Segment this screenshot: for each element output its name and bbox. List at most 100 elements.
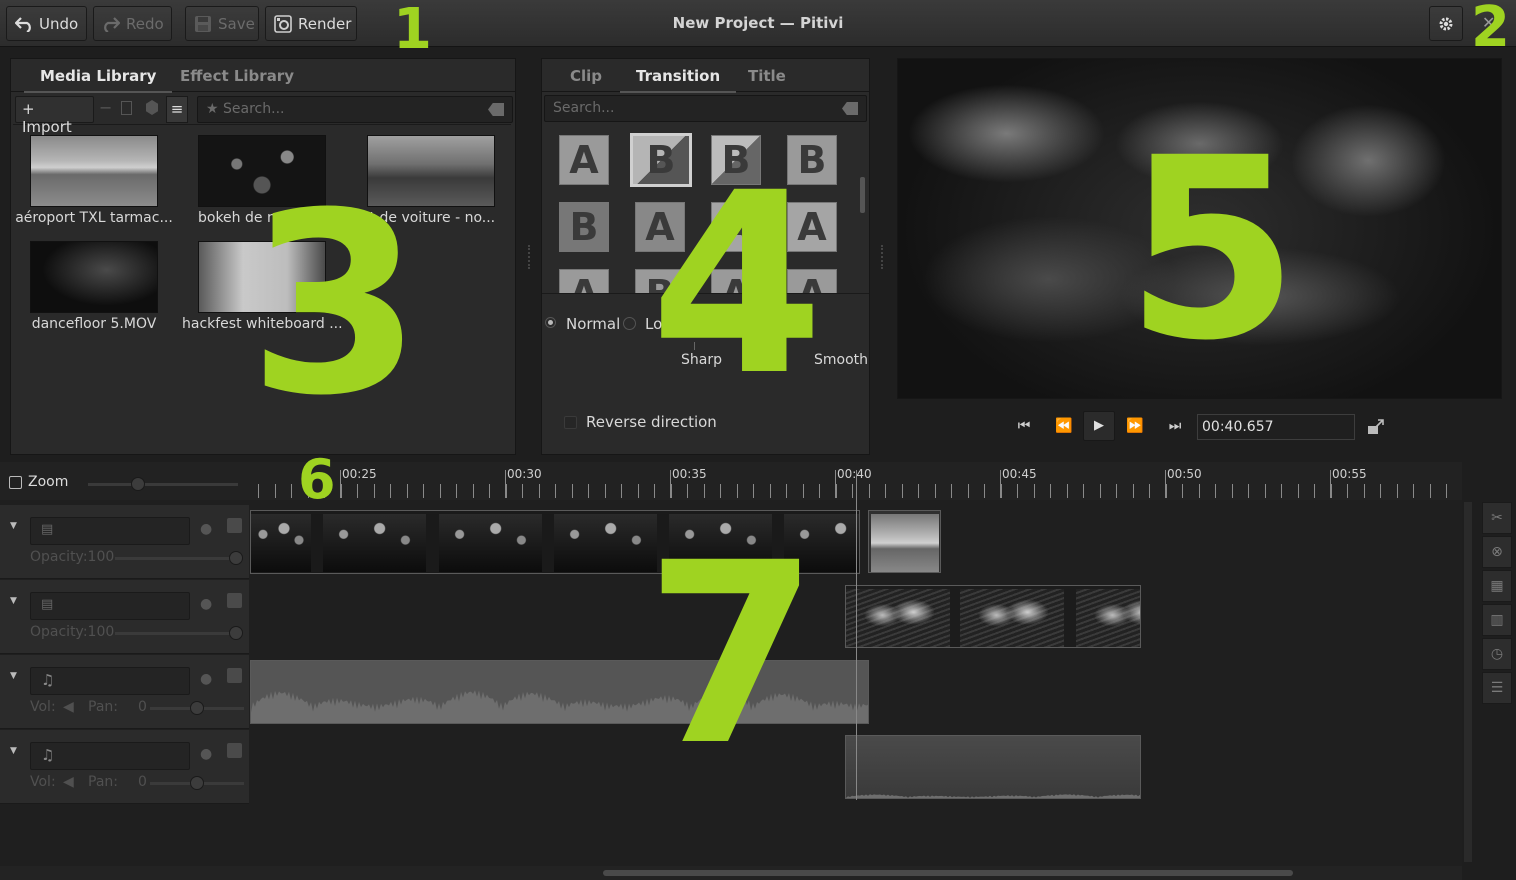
transition-item[interactable]: A: [559, 269, 609, 293]
transition-item[interactable]: A: [559, 135, 609, 185]
expand-layer-icon[interactable]: ▼: [10, 521, 17, 531]
proxy-icon[interactable]: [146, 100, 158, 115]
go-to-start-icon[interactable]: ⏮: [1011, 418, 1037, 438]
transition-item[interactable]: A: [711, 269, 761, 293]
fast-forward-icon[interactable]: ⏩: [1122, 418, 1148, 438]
video-clip-airport[interactable]: [868, 510, 941, 573]
pane-grip[interactable]: [528, 245, 530, 269]
transition-item[interactable]: A: [787, 202, 837, 252]
audio-clip[interactable]: [845, 735, 1141, 799]
play-button[interactable]: ▶: [1083, 411, 1115, 441]
layer-visible-checkbox[interactable]: [227, 743, 242, 758]
transition-search-input[interactable]: Search...: [544, 95, 867, 122]
solo-icon[interactable]: ●: [200, 596, 212, 612]
transition-item[interactable]: B: [787, 135, 837, 185]
list-view-icon[interactable]: ≡: [166, 96, 188, 123]
undo-button[interactable]: Undo: [6, 6, 87, 41]
media-item[interactable]: hackfest whiteboard ...: [182, 241, 343, 332]
transition-scrollbar[interactable]: [860, 177, 865, 213]
remove-icon[interactable]: −: [99, 98, 112, 117]
clip-frame: [784, 514, 859, 572]
normal-radio[interactable]: [545, 317, 556, 328]
import-button[interactable]: + Import: [15, 96, 94, 136]
transition-item[interactable]: B: [711, 135, 761, 185]
timeline-hscroll-thumb[interactable]: [603, 870, 1293, 876]
ruler-tick: [836, 484, 837, 498]
loop-radio[interactable]: [623, 317, 636, 330]
undock-viewer-icon[interactable]: [1367, 418, 1385, 436]
pane-grip[interactable]: [881, 245, 883, 269]
audio-clip[interactable]: [250, 660, 869, 724]
split-clip-icon[interactable]: ✂: [1482, 502, 1512, 534]
solo-icon[interactable]: ●: [200, 521, 212, 537]
media-item[interactable]: aéroport TXL tarmac...: [14, 135, 174, 226]
ruler-tick: [852, 484, 853, 498]
video-clip-keyboard[interactable]: [845, 585, 1141, 648]
tab-effect-library[interactable]: Effect Library: [180, 67, 294, 85]
layer-visible-checkbox[interactable]: [227, 668, 242, 683]
go-to-end-icon[interactable]: ⏭: [1162, 418, 1188, 438]
transition-item-selected[interactable]: B: [630, 133, 692, 187]
expand-layer-icon[interactable]: ▼: [10, 746, 17, 756]
opacity-slider[interactable]: [115, 632, 242, 635]
freeze-frame-icon[interactable]: ◷: [1482, 638, 1512, 670]
rewind-icon[interactable]: ⏪: [1051, 418, 1077, 438]
align-clips-icon[interactable]: ☰: [1482, 672, 1512, 704]
playhead[interactable]: [856, 470, 857, 800]
clip-properties-icon[interactable]: [121, 101, 132, 115]
ruler-tick: [456, 484, 457, 498]
media-item[interactable]: dancefloor 5.MOV: [14, 241, 174, 332]
settings-menu-button[interactable]: [1429, 6, 1463, 41]
delete-clip-icon[interactable]: ⊗: [1482, 536, 1512, 568]
transition-item[interactable]: A: [787, 269, 837, 293]
tab-media-library[interactable]: Media Library: [23, 67, 174, 93]
solo-icon[interactable]: ●: [200, 671, 212, 687]
audio-waveform: [251, 689, 868, 723]
transition-item[interactable]: B: [559, 202, 609, 252]
timecode-field[interactable]: 00:40.657: [1197, 414, 1355, 440]
clear-search-icon[interactable]: [488, 103, 504, 116]
opacity-slider-knob[interactable]: [229, 551, 243, 565]
save-button[interactable]: Save: [185, 6, 259, 41]
zoom-fit-icon[interactable]: [9, 476, 22, 489]
layer-name-field[interactable]: ▤: [30, 592, 190, 620]
waveform-path: [251, 689, 868, 723]
video-viewer[interactable]: [897, 58, 1502, 399]
close-icon[interactable]: ✕: [1482, 13, 1495, 32]
pan-slider-knob[interactable]: [190, 701, 204, 715]
layer-name-field[interactable]: ♫: [30, 667, 190, 695]
media-item[interactable]: ot de voiture - no...: [351, 135, 511, 226]
expand-layer-icon[interactable]: ▼: [10, 671, 17, 681]
layer-name-field[interactable]: ▤: [30, 517, 190, 545]
clip-frame: [323, 514, 426, 572]
layer-name-field[interactable]: ♫: [30, 742, 190, 770]
render-button[interactable]: Render: [265, 6, 357, 41]
solo-icon[interactable]: ●: [200, 746, 212, 762]
video-clip-bokeh[interactable]: [250, 510, 860, 574]
group-clips-icon[interactable]: ▦: [1482, 570, 1512, 602]
timeline-vscroll[interactable]: [1464, 502, 1472, 862]
media-item[interactable]: bokeh de nu: [182, 135, 342, 226]
ungroup-clips-icon[interactable]: ▥: [1482, 604, 1512, 636]
transition-item[interactable]: A: [711, 202, 761, 252]
zoom-slider-knob[interactable]: [131, 477, 145, 491]
header-bar: Undo Redo Save Render New Project — Piti…: [0, 0, 1516, 47]
tab-transition[interactable]: Transition: [619, 67, 737, 93]
media-thumbnail: [198, 135, 326, 207]
layer-visible-checkbox[interactable]: [227, 518, 242, 533]
media-search-input[interactable]: ★ Search...: [197, 96, 513, 123]
layer-visible-checkbox[interactable]: [227, 593, 242, 608]
reverse-direction-checkbox[interactable]: [564, 416, 577, 429]
pan-slider-knob[interactable]: [190, 776, 204, 790]
opacity-slider-knob[interactable]: [229, 626, 243, 640]
zoom-slider[interactable]: [88, 483, 238, 486]
expand-layer-icon[interactable]: ▼: [10, 596, 17, 606]
opacity-slider[interactable]: [115, 557, 242, 560]
transition-item[interactable]: B: [635, 269, 685, 293]
redo-button[interactable]: Redo: [93, 6, 172, 41]
tab-clip[interactable]: Clip: [570, 67, 602, 85]
transition-item[interactable]: A: [635, 202, 685, 252]
tab-title[interactable]: Title: [748, 67, 786, 85]
timeline-hscroll-track[interactable]: [0, 866, 1462, 880]
clear-search-icon[interactable]: [842, 102, 858, 115]
